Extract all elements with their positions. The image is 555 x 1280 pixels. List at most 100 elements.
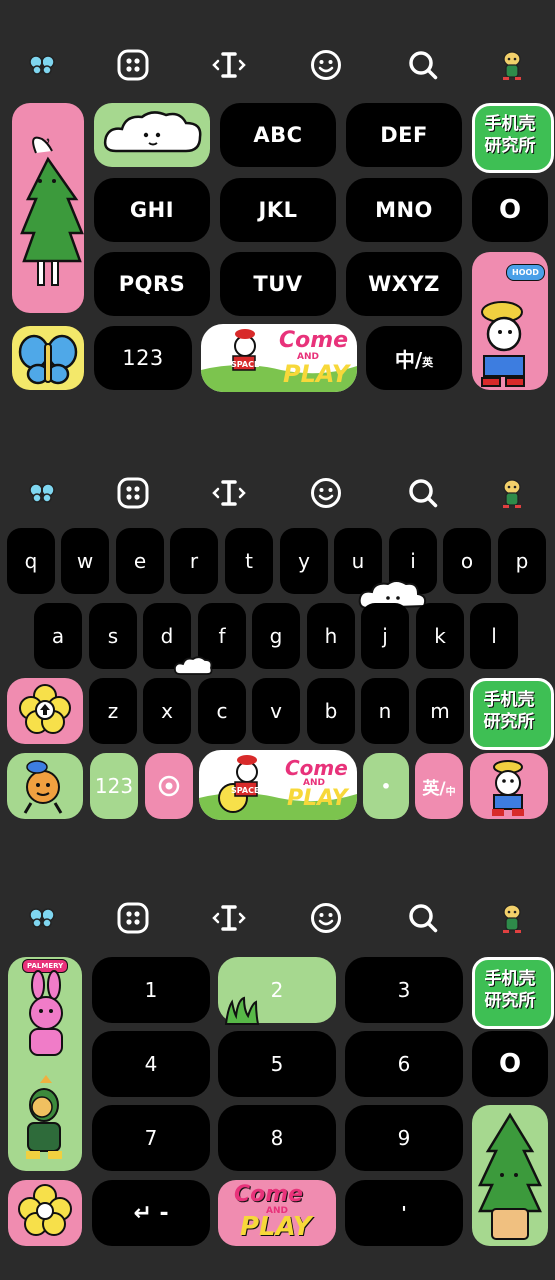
key-q[interactable]: q [7, 528, 55, 594]
mascot-dog-icon[interactable] [492, 895, 532, 941]
key-w[interactable]: w [61, 528, 109, 594]
t9-keyboard: ， ABC DEF GHI JKL MNO PQRS TUV WXYZ 123 … [0, 0, 555, 415]
butterfly-icon[interactable] [22, 42, 62, 88]
dog-sticker[interactable]: HOOD [472, 252, 548, 390]
emoji-face-icon[interactable] [306, 42, 346, 88]
space-line3: PLAY [283, 360, 350, 388]
symbols-sticker-column[interactable]: PALMERY [8, 957, 82, 1171]
key-n[interactable]: n [361, 678, 409, 744]
key-y[interactable]: y [280, 528, 328, 594]
key-m[interactable]: m [416, 678, 464, 744]
butterfly-icon[interactable] [22, 895, 62, 941]
brand-logo-backspace-key[interactable]: 手机壳 研究所 [472, 957, 554, 1029]
toolbar [0, 470, 555, 516]
key-s[interactable]: s [89, 603, 137, 669]
grid-menu-icon[interactable] [113, 470, 153, 516]
key-x[interactable]: x [143, 678, 191, 744]
logo-line2: 研究所 [483, 712, 535, 732]
key-b[interactable]: b [307, 678, 355, 744]
key-o[interactable]: o [443, 528, 491, 594]
text-cursor-icon[interactable] [209, 470, 249, 516]
text-cursor-icon[interactable] [209, 42, 249, 88]
brand-logo-backspace-key[interactable]: 手机壳 研究所 [470, 678, 554, 750]
key-zero-circle[interactable]: O [472, 178, 548, 242]
space-line3: PLAY [240, 1212, 312, 1242]
key-abc[interactable]: ABC [220, 103, 336, 167]
key-5[interactable]: 5 [218, 1031, 336, 1097]
key-r[interactable]: r [170, 528, 218, 594]
space-line1: Come [285, 756, 348, 780]
text-cursor-icon[interactable] [209, 895, 249, 941]
key-123[interactable]: 123 [90, 753, 138, 819]
cloud-sticker-small [172, 652, 214, 678]
grid-menu-icon[interactable] [113, 42, 153, 88]
tree-sticker-punct-key[interactable]: ， [12, 103, 84, 313]
space-tag: SPACE [231, 360, 260, 369]
key-lang-switch[interactable]: 中/英 [366, 326, 462, 390]
toolbar [0, 895, 555, 941]
cloud-sticker-key[interactable] [94, 103, 210, 167]
key-jkl[interactable]: JKL [220, 178, 336, 242]
key-1[interactable]: 1 [92, 957, 210, 1023]
key-g[interactable]: g [252, 603, 300, 669]
key-mno[interactable]: MNO [346, 178, 462, 242]
emoji-face-icon[interactable] [306, 895, 346, 941]
key-zero-circle[interactable]: O [472, 1031, 548, 1097]
butterfly-icon[interactable] [22, 470, 62, 516]
emoji-face-icon[interactable] [306, 470, 346, 516]
search-icon[interactable] [403, 42, 443, 88]
space-line1: Come [234, 1182, 304, 1207]
grid-menu-icon[interactable] [113, 895, 153, 941]
key-pqrs[interactable]: PQRS [94, 252, 210, 316]
key-c[interactable]: c [198, 678, 246, 744]
key-9[interactable]: 9 [345, 1105, 463, 1171]
key-lang-switch[interactable]: 英/中 [415, 753, 463, 819]
space-line3: PLAY [287, 786, 348, 811]
shift-flower-key[interactable] [7, 678, 83, 744]
orange-character-sticker[interactable] [7, 753, 83, 819]
key-l[interactable]: l [470, 603, 518, 669]
enter-dog-key[interactable] [470, 753, 548, 819]
tree-sticker-enter-key[interactable] [472, 1105, 548, 1246]
key-e[interactable]: e [116, 528, 164, 594]
space-key[interactable]: SPACE Come AND PLAY [199, 750, 357, 820]
butterfly-sticker[interactable] [12, 326, 84, 390]
key-h[interactable]: h [307, 603, 355, 669]
search-icon[interactable] [403, 895, 443, 941]
key-p[interactable]: p [498, 528, 546, 594]
key-123[interactable]: 123 [94, 326, 192, 390]
brand-logo-sticker[interactable]: 手机壳 研究所 [472, 103, 554, 173]
key-dot[interactable]: • [363, 753, 409, 819]
space-tag: SPACE [231, 786, 260, 795]
qwerty-keyboard: q w e r t y u i o p a s d f g h j k l z … [0, 430, 555, 850]
key-8[interactable]: 8 [218, 1105, 336, 1171]
grass-sticker [222, 996, 264, 1026]
flower-sticker-key[interactable] [8, 1180, 82, 1246]
space-line1: Come [279, 328, 349, 353]
key-t[interactable]: t [225, 528, 273, 594]
space-key[interactable]: Come AND PLAY [218, 1180, 336, 1246]
voice-circle-icon [158, 775, 180, 797]
key-4[interactable]: 4 [92, 1031, 210, 1097]
key-j[interactable]: j [361, 603, 409, 669]
key-6[interactable]: 6 [345, 1031, 463, 1097]
key-v[interactable]: v [252, 678, 300, 744]
mascot-dog-icon[interactable] [492, 470, 532, 516]
key-tuv[interactable]: TUV [220, 252, 336, 316]
enter-minus-key[interactable]: ↵ - [92, 1180, 210, 1246]
toolbar [0, 42, 555, 88]
key-wxyz[interactable]: WXYZ [346, 252, 462, 316]
key-k[interactable]: k [416, 603, 464, 669]
key-z[interactable]: z [89, 678, 137, 744]
search-icon[interactable] [403, 470, 443, 516]
number-keyboard: PALMERY 1 2 3 4 5 6 7 8 9 ↵ - Come AND P… [0, 858, 555, 1280]
voice-key[interactable] [145, 753, 193, 819]
space-key[interactable]: SPACE Come AND PLAY [201, 324, 357, 392]
key-a[interactable]: a [34, 603, 82, 669]
key-3[interactable]: 3 [345, 957, 463, 1023]
key-def[interactable]: DEF [346, 103, 462, 167]
key-7[interactable]: 7 [92, 1105, 210, 1171]
key-ghi[interactable]: GHI [94, 178, 210, 242]
mascot-dog-icon[interactable] [492, 42, 532, 88]
key-apostrophe[interactable]: ' [345, 1180, 463, 1246]
